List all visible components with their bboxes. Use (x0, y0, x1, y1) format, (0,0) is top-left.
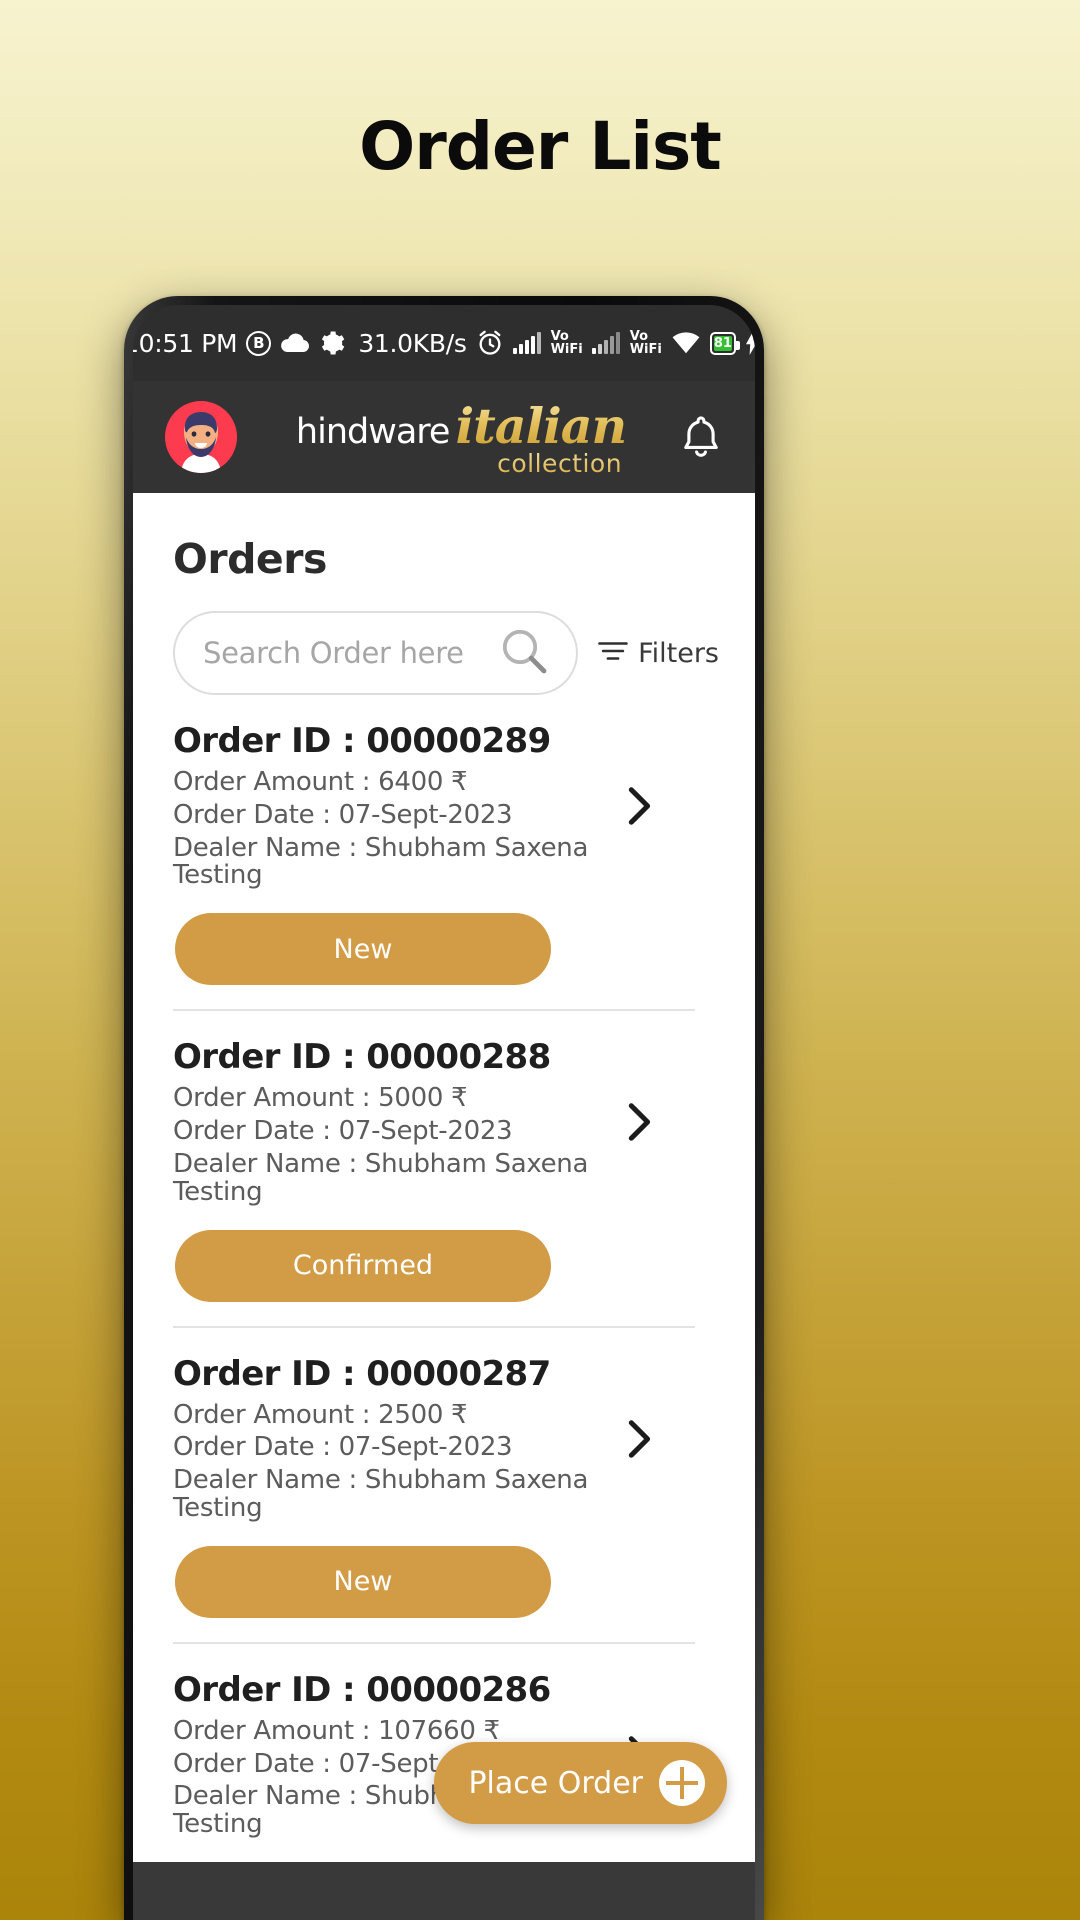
filters-label: Filters (638, 637, 719, 669)
chevron-right-icon[interactable] (615, 1416, 661, 1466)
filter-icon (598, 639, 628, 667)
orders-heading: Orders (173, 535, 327, 583)
order-status-badge[interactable]: New (175, 1545, 551, 1618)
bell-icon[interactable] (679, 413, 723, 461)
user-avatar[interactable] (165, 401, 237, 473)
brand-italian: italian (455, 396, 627, 455)
phone-frame: 10:51 PM B 31.0KB/s Vo WiFi Vo WiFi 81 h… (124, 296, 764, 1920)
battery-icon: 81 (709, 331, 741, 355)
bluetooth-circle-icon: B (246, 330, 272, 356)
order-date: Order Date : 07-Sept-2023 (173, 1432, 513, 1463)
order-dealer: Dealer Name : Shubham Saxena Testing (173, 1148, 589, 1207)
plus-circle-icon (659, 1760, 705, 1806)
brand-hindware: hindware (295, 411, 451, 452)
phone-screen: 10:51 PM B 31.0KB/s Vo WiFi Vo WiFi 81 h… (133, 305, 755, 1920)
order-amount: Order Amount : 6400 ₹ (173, 767, 468, 797)
network-speed: 31.0KB/s (358, 328, 467, 358)
order-id: Order ID : 00000288 (173, 1037, 551, 1078)
page-title: Order List (359, 108, 722, 185)
status-bar: 10:51 PM B 31.0KB/s Vo WiFi Vo WiFi 81 (133, 305, 755, 381)
app-header: hindware italian collection (133, 381, 755, 493)
vowifi-label-1: Vo WiFi (550, 329, 583, 357)
search-row: Search Order here Filters (133, 583, 755, 695)
order-amount: Order Amount : 5000 ₹ (173, 1083, 468, 1114)
battery-level: 81 (713, 335, 732, 351)
search-input[interactable]: Search Order here (173, 611, 579, 695)
order-id: Order ID : 00000289 (173, 721, 551, 761)
gear-icon (319, 330, 345, 356)
cloud-icon (280, 332, 310, 354)
order-date: Order Date : 07-Sept-2023 (173, 1116, 513, 1147)
order-status-badge[interactable]: New (175, 913, 551, 986)
vowifi-label-2: Vo WiFi (629, 329, 662, 357)
order-amount: Order Amount : 2500 ₹ (173, 1399, 468, 1430)
order-dealer: Dealer Name : Shubham Saxena Testing (173, 1465, 589, 1523)
status-time: 10:51 PM (133, 328, 238, 358)
order-id: Order ID : 00000286 (173, 1669, 551, 1710)
order-list-item[interactable]: Order ID : 00000287 Order Amount : 2500 … (173, 1328, 695, 1644)
alarm-icon (476, 329, 504, 357)
signal-bars-icon-2 (591, 332, 620, 354)
filters-button[interactable]: Filters (598, 638, 725, 669)
bottom-nav-strip (133, 1862, 755, 1920)
brand-collection: collection (497, 448, 623, 478)
wifi-icon (671, 331, 701, 355)
place-order-label: Place Order (468, 1765, 643, 1801)
charging-bolt-icon (745, 331, 755, 355)
order-status-badge[interactable]: Confirmed (175, 1229, 551, 1302)
signal-bars-icon (512, 332, 541, 354)
brand-logo: hindware italian collection (295, 396, 627, 478)
place-order-button[interactable]: Place Order (434, 1742, 727, 1824)
search-icon[interactable] (498, 625, 550, 681)
orders-screen: Orders Search Order here Filters Order I… (133, 493, 755, 1920)
search-placeholder: Search Order here (203, 636, 464, 670)
order-date: Order Date : 07-Sept-2023 (173, 799, 513, 830)
order-dealer: Dealer Name : Shubham Saxena Testing (173, 832, 589, 891)
orders-list: Order ID : 00000289 Order Amount : 6400 … (133, 695, 755, 1920)
order-id: Order ID : 00000287 (173, 1353, 551, 1394)
chevron-right-icon[interactable] (615, 783, 661, 833)
order-list-item[interactable]: Order ID : 00000289 Order Amount : 6400 … (173, 695, 695, 1012)
chevron-right-icon[interactable] (615, 1099, 661, 1149)
order-list-item[interactable]: Order ID : 00000288 Order Amount : 5000 … (173, 1011, 695, 1328)
